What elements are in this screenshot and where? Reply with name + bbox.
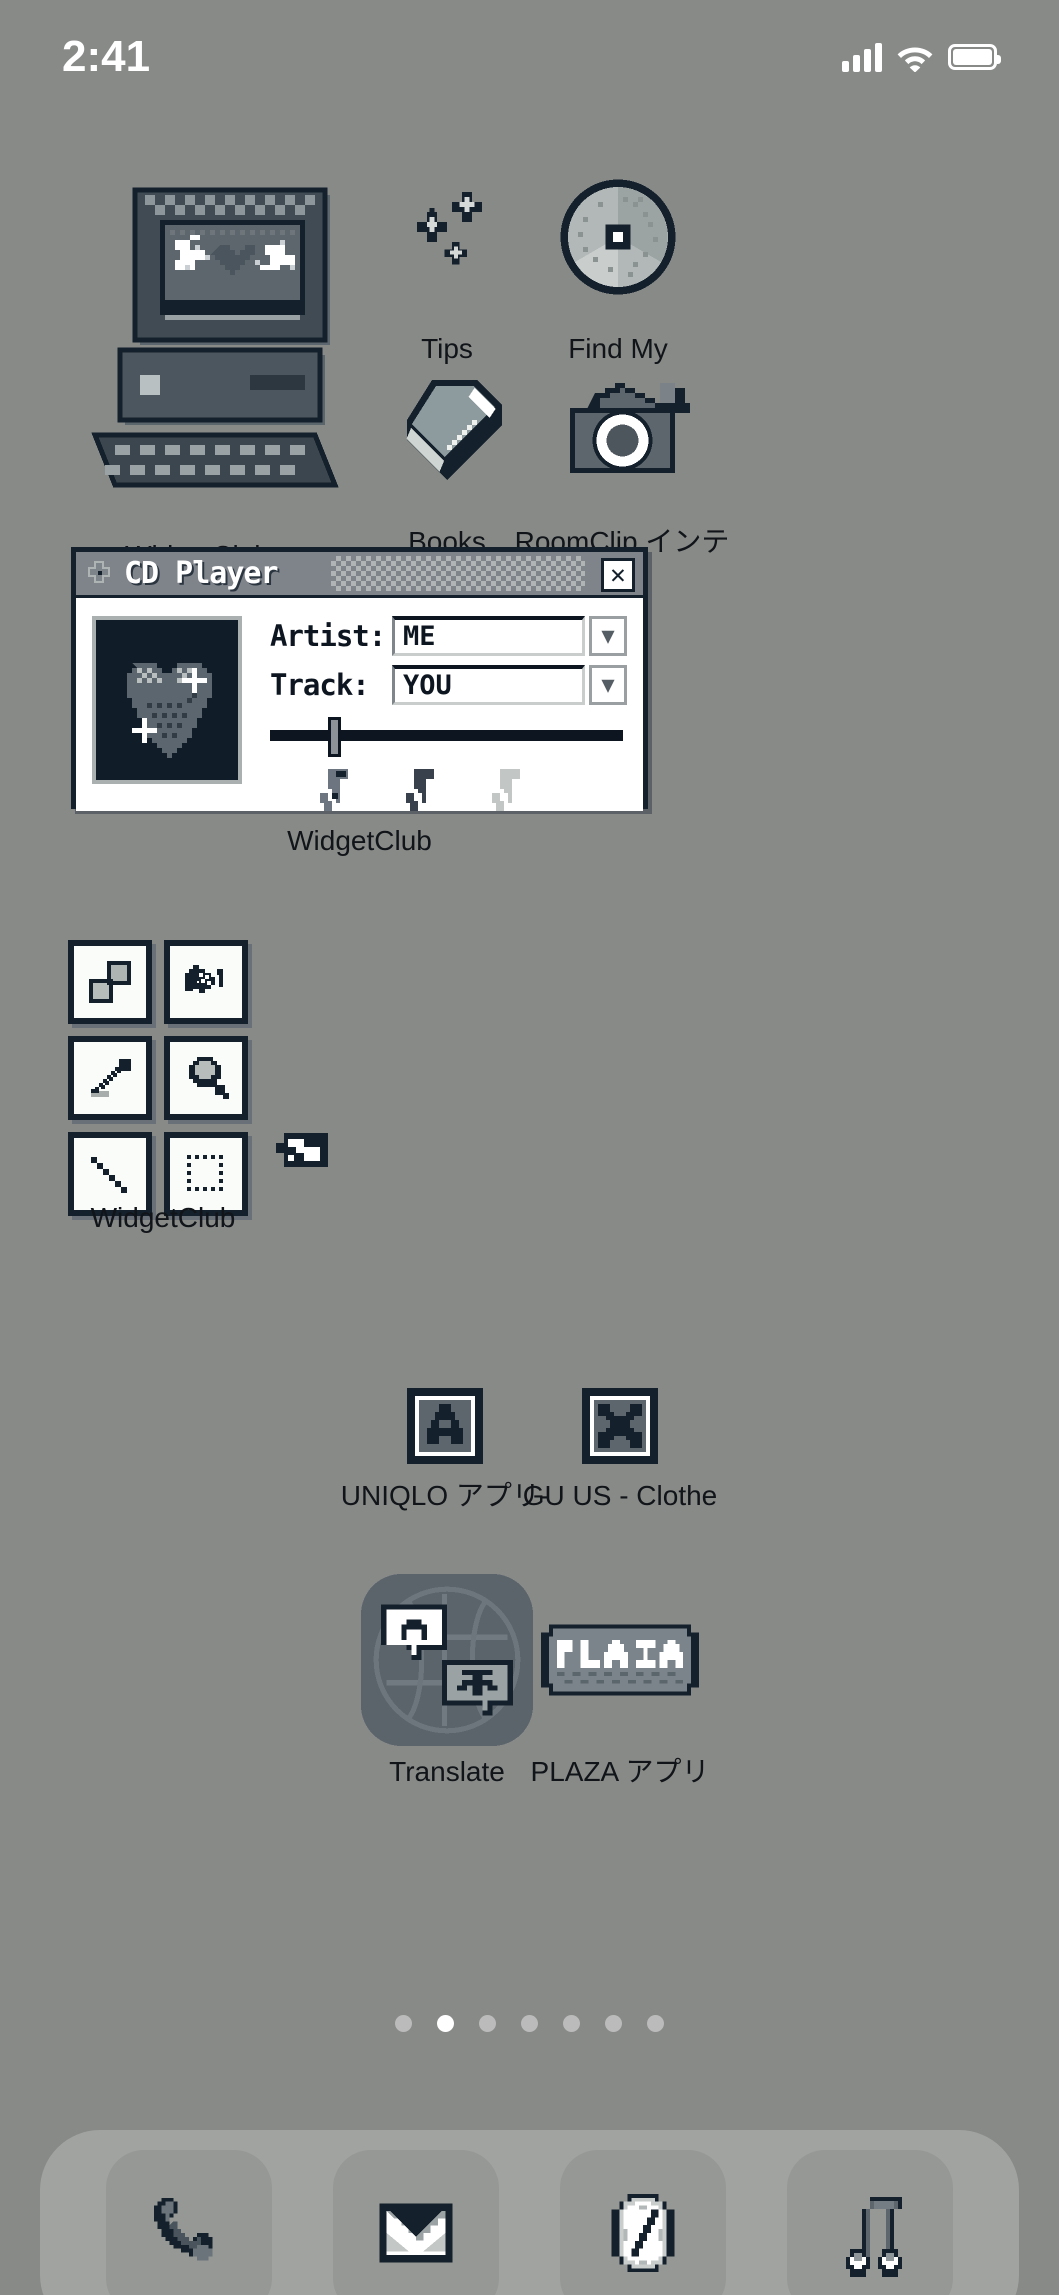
page-dot[interactable] [563,2015,580,2032]
mail-app[interactable] [333,2149,500,2295]
marquee-select-icon [177,1145,235,1203]
cd-player-body: Artist: ME ▼ Track: YOU ▼ [76,598,643,811]
page-dot[interactable] [647,2015,664,2032]
eyedropper-tool[interactable] [68,1036,152,1120]
paint-bucket-icon [177,953,235,1011]
artist-field-row: Artist: ME ▼ [270,616,627,656]
phone-handset-icon [142,2186,236,2280]
cd-player-title: CD Player [124,556,279,591]
progress-knob[interactable] [328,717,341,757]
status-time: 2:41 [62,31,151,81]
app-icon-roomclip[interactable]: RoomClip インテ [497,343,747,558]
magnifier-tool[interactable] [164,1036,248,1120]
diagonal-line-icon [81,1145,139,1203]
home-screen: 2:41 Tips Find My Books RoomClip インテ CD … [0,0,1059,2295]
phone-app[interactable] [106,2149,273,2295]
cellular-signal-icon [842,42,882,72]
page-dot[interactable] [395,2015,412,2032]
progress-slider[interactable] [270,717,623,757]
widget-label: WidgetClub [90,1202,236,1233]
app-icon-plaza[interactable]: PLAZA アプリ [495,1573,745,1788]
page-dot-active[interactable] [437,2015,454,2032]
artist-label: Artist: [270,619,386,653]
compass-icon [596,2186,690,2280]
app-label: PLAZA アプリ [530,1757,710,1787]
retro-computer-icon [55,155,340,525]
transform-icon [81,953,139,1011]
pixel-heart-icon [107,638,227,763]
prev-note-button[interactable] [318,769,352,815]
app-label: GU US - Clothe [522,1481,718,1511]
next-note-button[interactable] [490,769,524,815]
paint-bucket-tool[interactable] [164,940,248,1024]
album-art [92,616,242,784]
gu-x-icon [533,1381,707,1471]
widget-paint-tools[interactable]: WidgetClub [68,940,338,1233]
music-app[interactable] [786,2149,953,2295]
paint-tool-grid [68,940,338,1216]
page-indicator[interactable] [0,2015,1059,2032]
widget-retro-computer[interactable]: WidgetClub [55,155,340,571]
status-indicators [842,42,1001,72]
wifi-icon [896,42,934,72]
cd-player-controls: Artist: ME ▼ Track: YOU ▼ [242,616,627,811]
music-note-icon [822,2185,918,2281]
pixel-flag-icon[interactable] [276,1125,328,1171]
envelope-icon [372,2189,460,2277]
track-dropdown-icon[interactable]: ▼ [589,665,627,705]
close-icon[interactable]: ✕ [601,558,635,592]
track-label: Track: [270,668,370,702]
camera-icon [535,343,709,517]
app-icon-gu-us[interactable]: GU US - Clothe [495,1381,745,1512]
status-bar: 2:41 [0,0,1059,95]
artist-dropdown-icon[interactable]: ▼ [589,616,627,656]
playback-buttons [270,769,627,815]
eyedropper-icon [81,1049,139,1107]
app-icon-find-my[interactable]: Find My [523,150,713,365]
cd-player-widget-label: WidgetClub [287,825,432,856]
cd-player-window-icon [86,559,114,589]
progress-track [270,730,623,741]
track-input[interactable]: YOU [392,665,585,705]
dock [40,2130,1019,2295]
play-note-button[interactable] [404,769,438,815]
artist-input[interactable]: ME [392,616,585,656]
sparkles-icon [360,150,534,324]
battery-icon [948,43,1001,70]
widget-cd-player[interactable]: CD Player ✕ Artist: ME ▼ Track: YOU ▼ [71,547,648,811]
safari-app[interactable] [559,2149,726,2295]
magnifier-icon [177,1049,235,1107]
page-dot[interactable] [479,2015,496,2032]
page-dot[interactable] [521,2015,538,2032]
title-bar-hatch-pattern [331,556,585,591]
cd-disc-icon [531,150,705,324]
transform-tool[interactable] [68,940,152,1024]
cd-player-title-bar: CD Player ✕ [76,552,643,598]
page-dot[interactable] [605,2015,622,2032]
track-field-row: Track: YOU ▼ [270,665,627,705]
plaza-logo-icon [533,1573,707,1747]
app-icon-tips[interactable]: Tips [352,150,542,365]
